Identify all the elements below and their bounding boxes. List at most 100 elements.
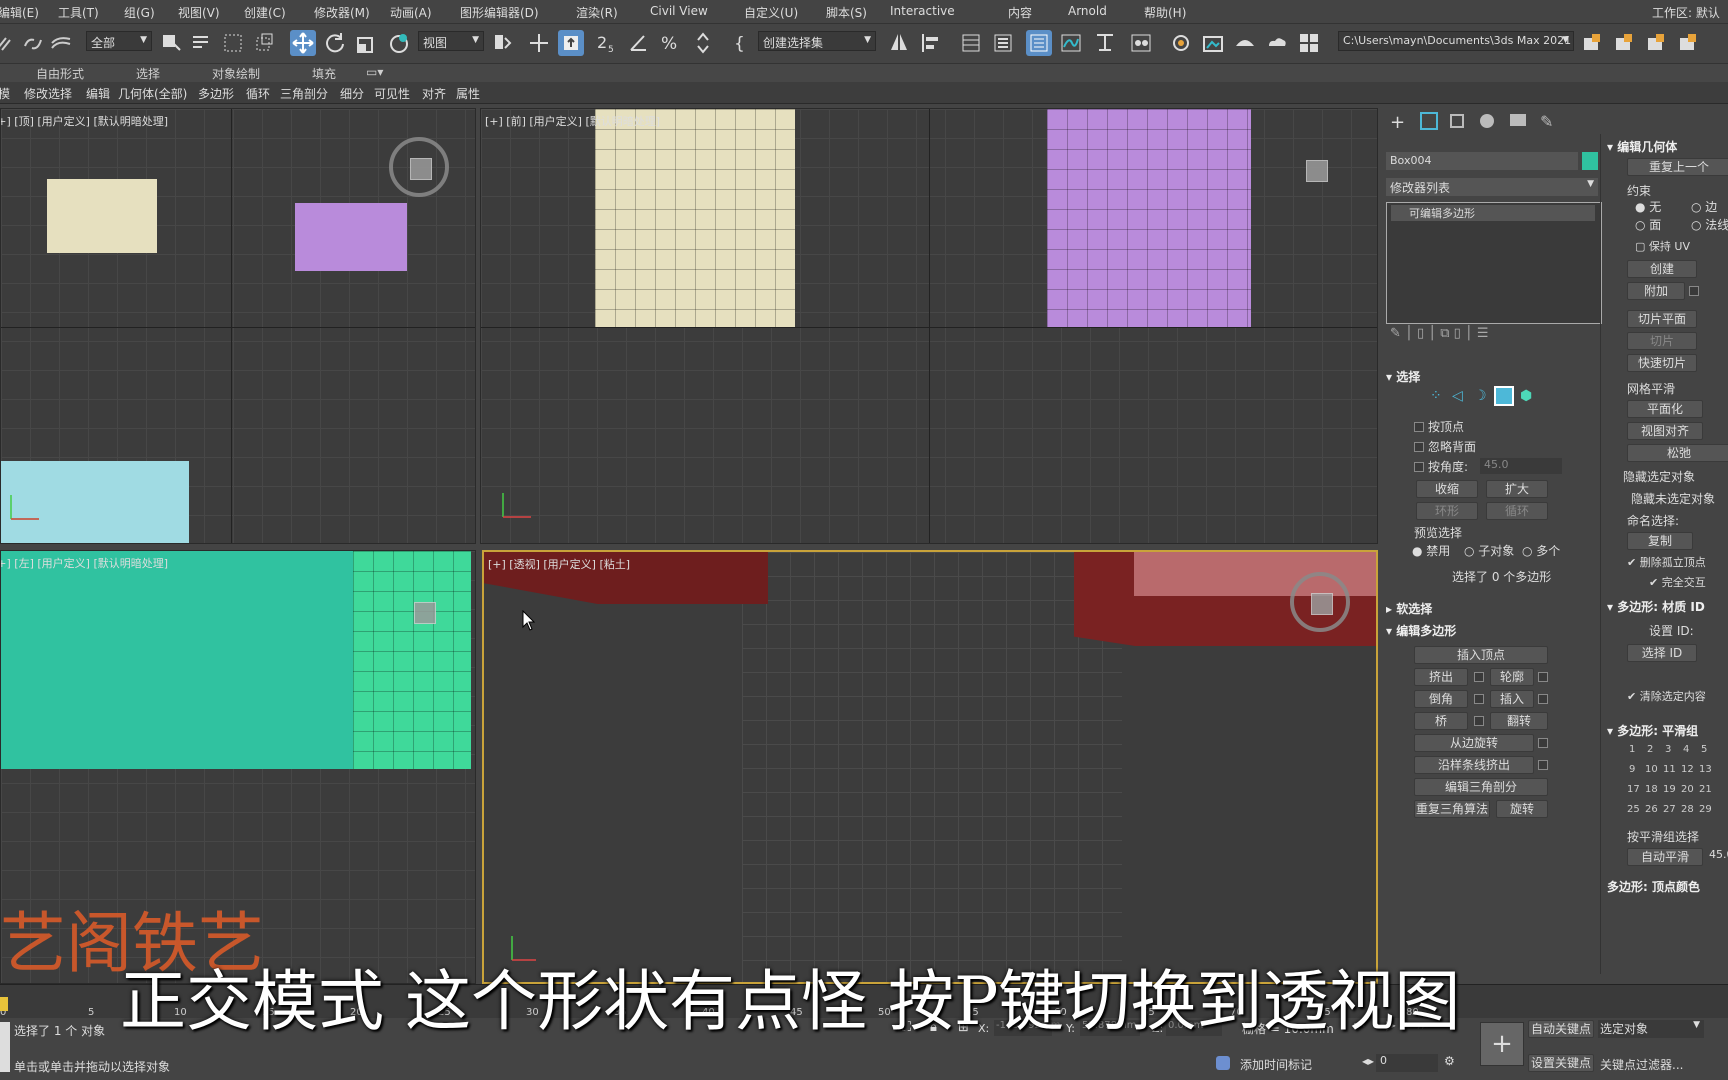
menu-modifiers[interactable]: 修改器(M) bbox=[314, 4, 370, 21]
select-id-button[interactable]: 选择 ID bbox=[1627, 644, 1697, 662]
element-mode-icon[interactable]: ⬢ bbox=[1520, 388, 1532, 404]
scale-icon[interactable] bbox=[354, 30, 380, 56]
viewport-front[interactable]: [+] [前] [用户定义] [默认明暗处理] bbox=[480, 108, 1378, 544]
bevel-settings-button[interactable] bbox=[1474, 694, 1484, 704]
ribbon-options-icon[interactable]: ▭▾ bbox=[366, 65, 383, 79]
spinner-snap-icon[interactable] bbox=[690, 30, 716, 56]
sg-button[interactable]: 27 bbox=[1663, 804, 1676, 815]
create-tab-icon[interactable]: + bbox=[1390, 112, 1405, 133]
menu-arnold[interactable]: Arnold bbox=[1068, 4, 1107, 18]
clear-selection-checkbox[interactable]: ✔ 清除选定内容 bbox=[1627, 688, 1706, 704]
menu-civil-view[interactable]: Civil View bbox=[650, 4, 708, 18]
viewcube-icon[interactable] bbox=[1290, 572, 1350, 632]
select-manipulate-icon[interactable] bbox=[526, 30, 552, 56]
outline-button[interactable]: 轮廓 bbox=[1490, 668, 1534, 686]
sg-button[interactable]: 29 bbox=[1699, 804, 1712, 815]
bevel-button[interactable]: 倒角 bbox=[1414, 690, 1468, 708]
relax-button[interactable]: 松弛 bbox=[1627, 444, 1728, 462]
constraint-normal-radio[interactable]: ○ 法线 bbox=[1691, 216, 1728, 233]
bind-spacewarp-icon[interactable] bbox=[48, 30, 74, 56]
ribbon-modeling[interactable]: 建模 bbox=[0, 85, 10, 102]
current-frame-field[interactable]: 0 bbox=[1376, 1054, 1438, 1072]
sg-button[interactable]: 28 bbox=[1681, 804, 1694, 815]
flip-button[interactable]: 翻转 bbox=[1490, 712, 1548, 730]
menu-animation[interactable]: 动画(A) bbox=[390, 4, 432, 21]
extrude-settings-button[interactable] bbox=[1474, 672, 1484, 682]
object-name-field[interactable]: Box004 bbox=[1386, 152, 1578, 170]
ribbon-tris[interactable]: 三角剖分 bbox=[280, 85, 328, 102]
full-interactivity-checkbox[interactable]: ✔ 完全交互 bbox=[1649, 574, 1706, 590]
edit-polygons-rollout-header[interactable]: ▾ 编辑多边形 bbox=[1386, 622, 1456, 639]
bridge-settings-button[interactable] bbox=[1474, 716, 1484, 726]
menu-group[interactable]: 组(G) bbox=[124, 4, 155, 21]
repeat-last-button[interactable]: 重复上一个 bbox=[1627, 158, 1728, 176]
extrude-spline-settings-button[interactable] bbox=[1538, 760, 1548, 770]
toggle-ribbon-icon[interactable] bbox=[1026, 30, 1052, 56]
viewport-label[interactable]: [+] [左] [用户定义] [默认明暗处理] bbox=[1, 555, 168, 571]
menu-rendering[interactable]: 渲染(R) bbox=[576, 4, 618, 21]
sg-button[interactable]: 12 bbox=[1681, 764, 1694, 775]
time-slider-handle[interactable] bbox=[0, 997, 8, 1011]
viewport-label[interactable]: [+] [透视] [用户定义] [粘土] bbox=[488, 556, 630, 572]
slice-plane-button[interactable]: 切片平面 bbox=[1627, 310, 1697, 328]
menu-tools[interactable]: 工具(T) bbox=[58, 4, 99, 21]
ribbon-properties[interactable]: 属性 bbox=[456, 85, 480, 102]
hinge-settings-button[interactable] bbox=[1538, 738, 1548, 748]
stack-item-editable-poly[interactable]: 可编辑多边形 bbox=[1391, 205, 1595, 221]
delete-isolated-checkbox[interactable]: ✔ 删除孤立顶点 bbox=[1627, 554, 1706, 570]
preview-subobject-radio[interactable]: ○ 子对象 bbox=[1464, 542, 1514, 559]
sg-button[interactable]: 25 bbox=[1627, 804, 1640, 815]
modify-tab-icon[interactable] bbox=[1420, 112, 1438, 130]
hide-unselected-button[interactable]: 隐藏未选定对象 bbox=[1631, 490, 1715, 507]
edit-named-selection-icon[interactable]: { bbox=[730, 30, 756, 56]
preview-multi-radio[interactable]: ○ 多个 bbox=[1522, 542, 1560, 559]
menu-content[interactable]: 内容 bbox=[1008, 4, 1032, 21]
sg-button[interactable]: 20 bbox=[1681, 784, 1694, 795]
menu-edit[interactable]: 编辑(E) bbox=[0, 4, 39, 21]
angle-spinner[interactable]: 45.0 bbox=[1480, 458, 1562, 474]
box-beige[interactable] bbox=[595, 109, 795, 327]
a360-gallery-icon[interactable] bbox=[1296, 30, 1322, 56]
place-icon[interactable] bbox=[386, 30, 412, 56]
sg-button[interactable]: 4 bbox=[1683, 744, 1689, 755]
attach-settings-button[interactable] bbox=[1689, 286, 1699, 296]
retriangulate-button[interactable]: 重复三角算法 bbox=[1414, 800, 1490, 818]
menu-views[interactable]: 视图(V) bbox=[178, 4, 220, 21]
ring-button[interactable]: 环形 bbox=[1416, 502, 1478, 520]
menu-customize[interactable]: 自定义(U) bbox=[744, 4, 798, 21]
viewcube-icon[interactable] bbox=[1285, 139, 1345, 199]
ribbon-tab-selection[interactable]: 选择 bbox=[136, 65, 160, 82]
project-settings-icon[interactable] bbox=[1676, 30, 1702, 56]
hierarchy-tab-icon[interactable] bbox=[1450, 114, 1464, 128]
scene-explorer-icon[interactable] bbox=[958, 30, 984, 56]
curve-editor-icon[interactable] bbox=[1058, 30, 1084, 56]
modifier-stack[interactable]: 可编辑多边形 bbox=[1386, 202, 1602, 324]
sg-button[interactable]: 19 bbox=[1663, 784, 1676, 795]
sg-button[interactable]: 10 bbox=[1645, 764, 1658, 775]
autosmooth-value[interactable]: 45.0 bbox=[1709, 848, 1728, 861]
select-by-sg-button[interactable]: 按平滑组选择 bbox=[1627, 828, 1699, 845]
menu-help[interactable]: 帮助(H) bbox=[1144, 4, 1186, 21]
select-by-name-icon[interactable] bbox=[188, 30, 214, 56]
keyboard-shortcut-override-icon[interactable] bbox=[558, 30, 584, 56]
time-config-icon[interactable]: ⚙ bbox=[1444, 1054, 1455, 1068]
align-icon[interactable] bbox=[918, 30, 944, 56]
reference-coordinate-select[interactable]: 视图 ▼ bbox=[418, 31, 484, 51]
preview-disabled-radio[interactable]: ● 禁用 bbox=[1412, 542, 1450, 559]
stack-tools-icons[interactable]: ✎ │ ▯ │ ⧉ ▯ │ ☰ bbox=[1390, 326, 1489, 341]
snaps-toggle-icon[interactable]: 25 bbox=[594, 30, 620, 56]
copy-button[interactable]: 复制 bbox=[1627, 532, 1693, 550]
key-filters-button[interactable]: 关键点过滤器... bbox=[1600, 1056, 1683, 1073]
inset-button[interactable]: 插入 bbox=[1490, 690, 1534, 708]
hinge-from-edge-button[interactable]: 从边旋转 bbox=[1414, 734, 1534, 752]
select-object-icon[interactable] bbox=[158, 30, 184, 56]
ribbon-modify-selection[interactable]: 修改选择 bbox=[24, 85, 72, 102]
move-icon[interactable] bbox=[290, 30, 316, 56]
preserve-uvs-checkbox[interactable]: ▢ 保持 UV bbox=[1635, 238, 1690, 254]
menu-graph-editors[interactable]: 图形编辑器(D) bbox=[460, 4, 539, 21]
project-folder-icon[interactable] bbox=[1580, 30, 1606, 56]
quickslice-button[interactable]: 快速切片 bbox=[1627, 354, 1697, 372]
constraint-edge-radio[interactable]: ○ 边 bbox=[1691, 198, 1717, 215]
material-editor-icon[interactable] bbox=[1128, 30, 1154, 56]
utilities-tab-icon[interactable]: ✎ bbox=[1540, 112, 1553, 131]
